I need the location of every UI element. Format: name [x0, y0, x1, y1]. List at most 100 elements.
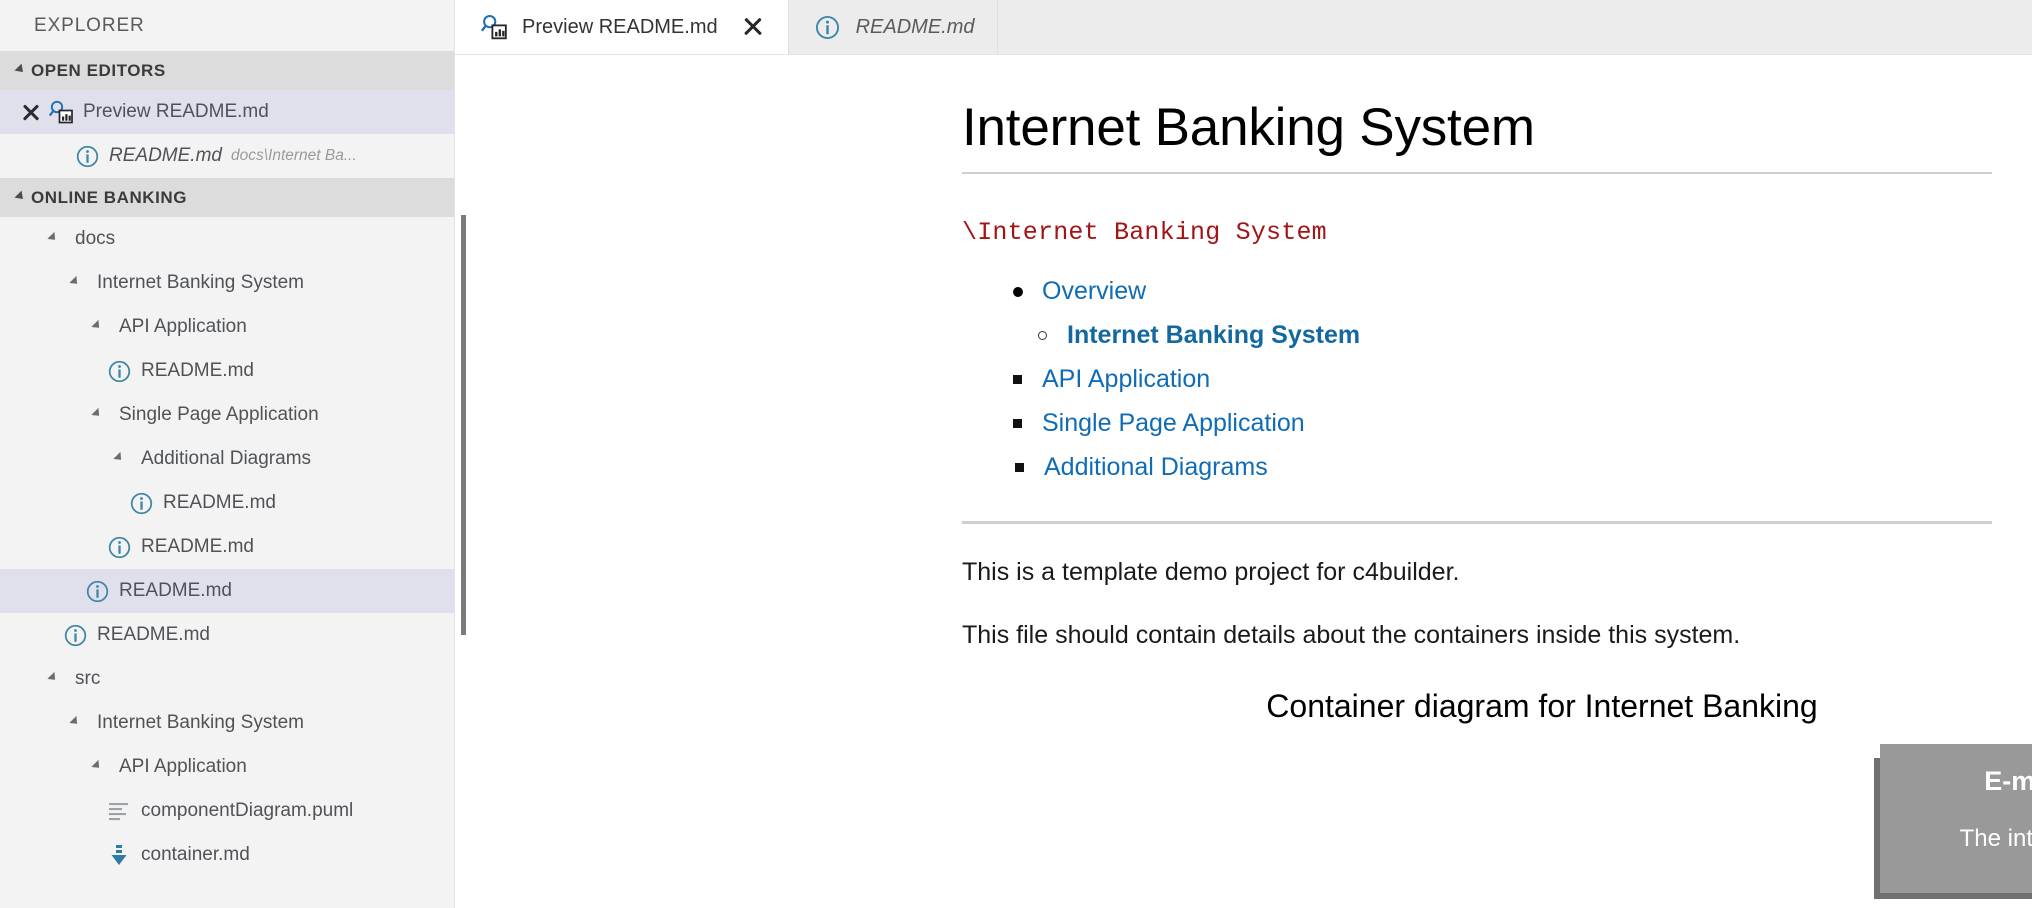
container-diagram: Container diagram for Internet Banking E…	[962, 688, 2032, 908]
info-icon	[72, 143, 102, 169]
explorer-sidebar: EXPLORER OPEN EDITORS Preview README.md	[0, 0, 455, 908]
tree-item[interactable]: Additional Diagrams	[0, 437, 454, 481]
toc-link[interactable]: API Application	[1042, 365, 1210, 393]
folder-twisty-icon[interactable]	[60, 710, 90, 736]
toc-item[interactable]: Single Page Application	[1013, 401, 1992, 445]
open-editor-readme[interactable]: README.md docs\Internet Ba...	[0, 134, 454, 178]
tree-item[interactable]: componentDiagram.puml	[0, 789, 454, 833]
diagram-node-description: The internal Microsoft	[1959, 825, 2032, 852]
preview-scrollbar-thumb[interactable]	[461, 215, 466, 635]
tree-item[interactable]: container.md	[0, 833, 454, 877]
list-bullet-square-icon	[1013, 419, 1022, 428]
vscode-window: EXPLORER OPEN EDITORS Preview README.md	[0, 0, 2032, 908]
tree-item[interactable]: src	[0, 657, 454, 701]
close-icon[interactable]	[18, 99, 44, 125]
tree-item[interactable]: Single Page Application	[0, 393, 454, 437]
paragraph-intro: This is a template demo project for c4bu…	[962, 558, 1460, 586]
list-bullet-square-icon	[1015, 463, 1024, 472]
tree-item[interactable]: API Application	[0, 745, 454, 789]
folder-twisty-icon[interactable]	[38, 666, 68, 692]
tree-item[interactable]: README.md	[0, 481, 454, 525]
open-editor-path: docs\Internet Ba...	[230, 147, 357, 164]
tree-item[interactable]: README.md	[0, 613, 454, 657]
chevron-down-icon[interactable]	[9, 63, 31, 76]
tree-item-label: Internet Banking System	[97, 712, 304, 733]
tree-item-label: README.md	[97, 624, 210, 645]
tree-item[interactable]: Internet Banking System	[0, 701, 454, 745]
tab-bar-empty-space	[997, 0, 2032, 54]
markdown-down-arrow-icon	[104, 842, 134, 868]
diagram-node-title: E-mail system	[1984, 766, 2032, 796]
tree-item-label: Single Page Application	[119, 404, 319, 425]
list-bullet-disc-icon	[1013, 287, 1023, 297]
close-icon[interactable]	[740, 14, 766, 40]
puml-lines-icon	[104, 798, 134, 824]
toc-item[interactable]: Overview	[1013, 269, 1992, 313]
tree-item-label: Internet Banking System	[97, 272, 304, 293]
folder-twisty-icon[interactable]	[82, 754, 112, 780]
folder-twisty-icon[interactable]	[82, 314, 112, 340]
tab-preview-readme[interactable]: Preview README.md	[455, 0, 789, 54]
section-label-online-banking: ONLINE BANKING	[31, 187, 187, 207]
tree-item-label: README.md	[163, 492, 276, 513]
tree-item-label: componentDiagram.puml	[141, 800, 354, 821]
info-icon	[813, 13, 843, 41]
tree-item-label: README.md	[141, 536, 254, 557]
tree-item-label: container.md	[141, 844, 250, 865]
info-icon	[104, 534, 134, 560]
code-breadcrumb: \Internet Banking System	[962, 218, 1327, 247]
tab-bar: Preview README.md README.md	[455, 0, 2032, 55]
tree-item-label: API Application	[119, 316, 247, 337]
tree-item-label: docs	[75, 228, 116, 249]
open-editor-label: README.md	[109, 145, 222, 166]
tree-item-label: README.md	[119, 580, 232, 601]
table-of-contents: Overview Internet Banking System API Appli…	[962, 269, 1992, 489]
info-icon	[104, 358, 134, 384]
toc-item[interactable]: API Application	[1013, 357, 1992, 401]
diagram-title: Container diagram for Internet Banking	[1266, 688, 1818, 724]
chevron-down-icon[interactable]	[9, 190, 31, 203]
folder-twisty-icon[interactable]	[60, 270, 90, 296]
tree-item[interactable]: docs	[0, 217, 454, 261]
tree-item-label: README.md	[141, 360, 254, 381]
info-icon	[126, 490, 156, 516]
folder-twisty-icon[interactable]	[104, 446, 134, 472]
toc-link[interactable]: Single Page Application	[1042, 409, 1305, 437]
tree-item[interactable]: API Application	[0, 305, 454, 349]
toc-link[interactable]: Additional Diagrams	[1044, 453, 1268, 481]
tab-label: Preview README.md	[522, 15, 718, 38]
toc-link[interactable]: Internet Banking System	[1067, 321, 1360, 349]
section-header-online-banking[interactable]: ONLINE BANKING	[0, 178, 454, 217]
toc-link[interactable]: Overview	[1042, 277, 1146, 305]
tab-readme[interactable]: README.md	[788, 0, 998, 54]
paragraph-details: This file should contain details about t…	[962, 621, 1741, 649]
section-label-open-editors: OPEN EDITORS	[31, 60, 166, 80]
tree-item-label: API Application	[119, 756, 247, 777]
explorer-title: EXPLORER	[0, 0, 454, 51]
toc-item[interactable]: Additional Diagrams	[1015, 445, 1992, 489]
tree-item[interactable]: README.md	[0, 349, 454, 393]
tab-label: README.md	[855, 15, 975, 38]
preview-content: Internet Banking System \Internet Bankin…	[477, 55, 2032, 908]
tree-item-label: src	[75, 668, 101, 689]
markdown-preview: Internet Banking System \Internet Bankin…	[455, 55, 2032, 908]
open-editor-preview-readme[interactable]: Preview README.md	[0, 90, 454, 134]
list-bullet-circle-icon	[1038, 331, 1047, 340]
info-icon	[60, 622, 90, 648]
folder-twisty-icon[interactable]	[38, 226, 68, 252]
preview-markdown-icon	[479, 13, 509, 41]
editor-area: Preview README.md README.md Internet Ban…	[455, 0, 2032, 908]
preview-markdown-icon	[46, 99, 76, 125]
folder-twisty-icon[interactable]	[82, 402, 112, 428]
horizontal-rule	[962, 521, 1992, 524]
list-bullet-square-icon	[1013, 375, 1022, 384]
diagram-node-email-system: E-mail system The internal Microsoft	[1880, 744, 2032, 893]
tree-item[interactable]: README.md	[0, 569, 454, 613]
tree-item[interactable]: README.md	[0, 525, 454, 569]
toc-item[interactable]: Internet Banking System	[1038, 313, 1992, 357]
tree-item[interactable]: Internet Banking System	[0, 261, 454, 305]
info-icon	[82, 578, 112, 604]
section-header-open-editors[interactable]: OPEN EDITORS	[0, 51, 454, 90]
tree-item-label: Additional Diagrams	[141, 448, 312, 469]
preview-scrollbar[interactable]	[455, 55, 477, 908]
